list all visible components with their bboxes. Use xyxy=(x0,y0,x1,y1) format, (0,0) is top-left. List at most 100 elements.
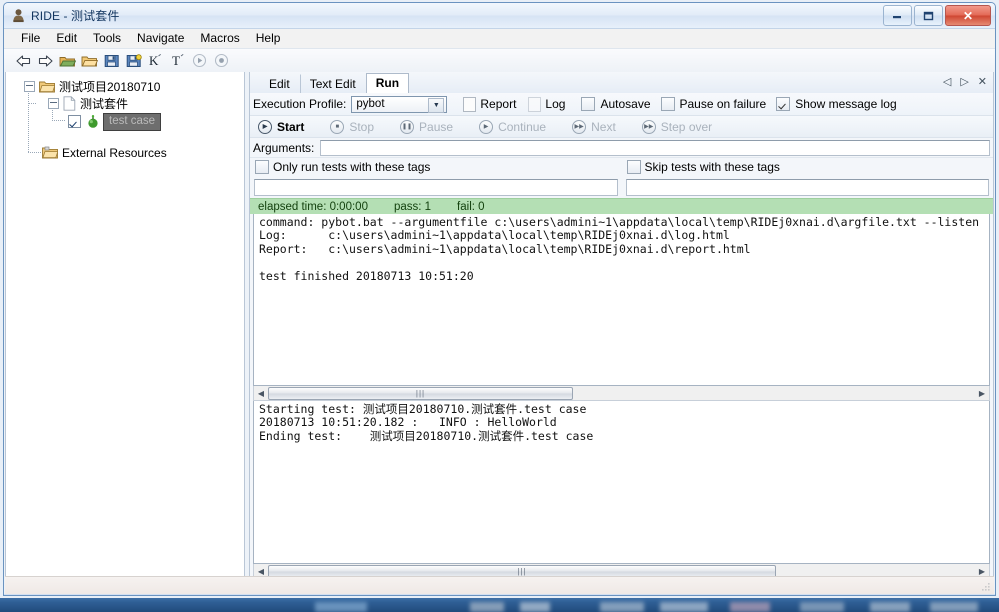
folder-icon xyxy=(39,81,55,93)
only-run-tags-checkbox[interactable]: Only run tests with these tags xyxy=(250,160,622,174)
taskbar-item xyxy=(800,602,844,612)
close-button[interactable]: ✕ xyxy=(945,5,991,26)
report-icon xyxy=(463,96,477,112)
step-over-button[interactable]: ▶▶ Step over xyxy=(641,119,712,134)
open-directory-button[interactable] xyxy=(57,51,78,71)
skip-tags-checkbox-box xyxy=(626,160,641,174)
log-label: Log xyxy=(545,97,566,111)
minimize-button[interactable] xyxy=(883,5,912,26)
tab-next-icon[interactable]: ▷ xyxy=(960,75,968,88)
tab-prev-icon[interactable]: ◁ xyxy=(943,75,951,88)
taskbar-item xyxy=(930,602,978,612)
tree-node-external-resources[interactable]: External Resources xyxy=(42,144,167,161)
elapsed-time-label: elapsed time: 0:00:00 xyxy=(258,200,368,213)
external-resources-folder-icon xyxy=(42,146,58,159)
execution-profile-select[interactable]: pybot ▼ xyxy=(351,95,448,113)
command-output-scroll-track[interactable]: ||| xyxy=(268,386,975,400)
start-button[interactable]: ▶ Start xyxy=(258,119,305,134)
log-icon xyxy=(528,96,542,112)
menu-macros[interactable]: Macros xyxy=(192,30,247,47)
menu-help[interactable]: Help xyxy=(248,30,289,47)
report-button[interactable]: Report xyxy=(457,94,522,114)
tree-node-suite-label: 测试套件 xyxy=(80,97,129,111)
minimize-icon xyxy=(884,6,911,25)
run-controls-row: ▶ Start ■ Stop ❚❚ Pause ▶ Continue ▶▶ Ne… xyxy=(250,116,993,138)
save-all-button[interactable] xyxy=(123,51,144,71)
debug-button[interactable] xyxy=(211,51,232,71)
status-bar xyxy=(5,576,994,594)
pause-on-failure-checkbox[interactable]: Pause on failure xyxy=(660,97,766,111)
title-bar: RIDE - 测试套件 ✕ xyxy=(4,3,995,29)
skip-tags-input[interactable] xyxy=(625,178,989,196)
search-keyword-button[interactable]: K xyxy=(145,51,166,71)
search-tests-icon: T xyxy=(172,53,184,68)
tree-node-project[interactable]: 测试项目20180710 xyxy=(24,78,160,95)
stop-label: Stop xyxy=(349,119,375,134)
message-log-console[interactable]: Starting test: 测试项目20180710.测试套件.test ca… xyxy=(253,401,990,564)
resize-grip-icon[interactable] xyxy=(981,582,991,592)
tree-connector-suite-h xyxy=(28,103,36,104)
menu-edit[interactable]: Edit xyxy=(48,30,85,47)
taskbar xyxy=(0,598,999,612)
pass-count-label: pass: 1 xyxy=(393,200,432,213)
tree-node-project-label: 测试项目20180710 xyxy=(59,80,161,94)
desktop-background: RIDE - 测试套件 ✕ File Edit Tools Navigate M… xyxy=(0,0,999,612)
expander-suite-icon[interactable] xyxy=(48,98,59,109)
open-directory-icon xyxy=(59,56,76,66)
main-body: 测试项目20180710 测试套件 test case External Res… xyxy=(4,72,995,594)
tree-node-external-resources-label: External Resources xyxy=(62,145,167,160)
show-message-log-checkbox[interactable]: Show message log xyxy=(776,97,897,111)
arguments-input[interactable] xyxy=(320,139,990,156)
next-label: Next xyxy=(591,119,616,134)
tab-run[interactable]: Run xyxy=(365,73,410,94)
back-button[interactable] xyxy=(13,51,34,71)
show-message-log-checkbox-box xyxy=(776,97,791,111)
chevron-down-icon[interactable]: ▼ xyxy=(428,97,445,113)
command-output-console[interactable]: command: pybot.bat --argumentfile c:\use… xyxy=(253,214,990,386)
stop-button[interactable]: ■ Stop xyxy=(330,119,375,134)
scroll-left-icon[interactable]: ◀ xyxy=(254,387,268,400)
maximize-button[interactable] xyxy=(914,5,943,26)
search-tests-button[interactable]: T xyxy=(167,51,188,71)
tag-input-row xyxy=(250,176,993,198)
scroll-right-icon[interactable]: ▶ xyxy=(975,387,989,400)
tab-text-edit[interactable]: Text Edit xyxy=(299,74,366,94)
save-button[interactable] xyxy=(101,51,122,71)
command-output-scroll-thumb[interactable]: ||| xyxy=(268,386,573,400)
stop-icon: ■ xyxy=(330,119,345,134)
forward-button[interactable] xyxy=(35,51,56,71)
save-icon xyxy=(104,54,119,67)
command-output-hscrollbar[interactable]: ◀ ||| ▶ xyxy=(253,386,990,401)
only-run-tags-input[interactable] xyxy=(254,178,618,196)
expander-project-icon[interactable] xyxy=(24,81,35,92)
back-icon xyxy=(16,54,31,67)
tree-node-suite[interactable]: 测试套件 xyxy=(48,95,128,112)
project-tree-panel[interactable]: 测试项目20180710 测试套件 test case External Res… xyxy=(5,72,245,592)
run-button[interactable] xyxy=(189,51,210,71)
execution-profile-value: pybot xyxy=(356,98,385,110)
start-label: Start xyxy=(277,119,305,134)
test-case-checkbox[interactable] xyxy=(68,115,81,128)
file-icon xyxy=(63,96,76,111)
log-button[interactable]: Log xyxy=(522,94,571,114)
continue-icon: ▶ xyxy=(479,119,494,134)
open-file-button[interactable] xyxy=(79,51,100,71)
skip-tags-checkbox[interactable]: Skip tests with these tags xyxy=(622,160,994,174)
menu-file[interactable]: File xyxy=(13,30,48,47)
project-tree: 测试项目20180710 测试套件 test case External Res… xyxy=(6,72,244,160)
debug-icon xyxy=(214,53,229,68)
autosave-checkbox[interactable]: Autosave xyxy=(581,97,651,111)
autosave-checkbox-box xyxy=(581,97,596,111)
tree-node-test-case[interactable]: test case xyxy=(68,112,162,131)
taskbar-item xyxy=(730,602,770,612)
tab-edit[interactable]: Edit xyxy=(259,74,300,94)
continue-button[interactable]: ▶ Continue xyxy=(479,119,546,134)
menu-navigate[interactable]: Navigate xyxy=(129,30,192,47)
next-button[interactable]: ▶▶ Next xyxy=(572,119,616,134)
menu-tools[interactable]: Tools xyxy=(85,30,129,47)
arguments-label: Arguments: xyxy=(253,140,315,155)
save-all-icon xyxy=(126,53,142,67)
pause-button[interactable]: ❚❚ Pause xyxy=(400,119,453,134)
tab-close-icon[interactable]: ✕ xyxy=(978,75,987,88)
menu-bar: File Edit Tools Navigate Macros Help xyxy=(4,29,995,49)
